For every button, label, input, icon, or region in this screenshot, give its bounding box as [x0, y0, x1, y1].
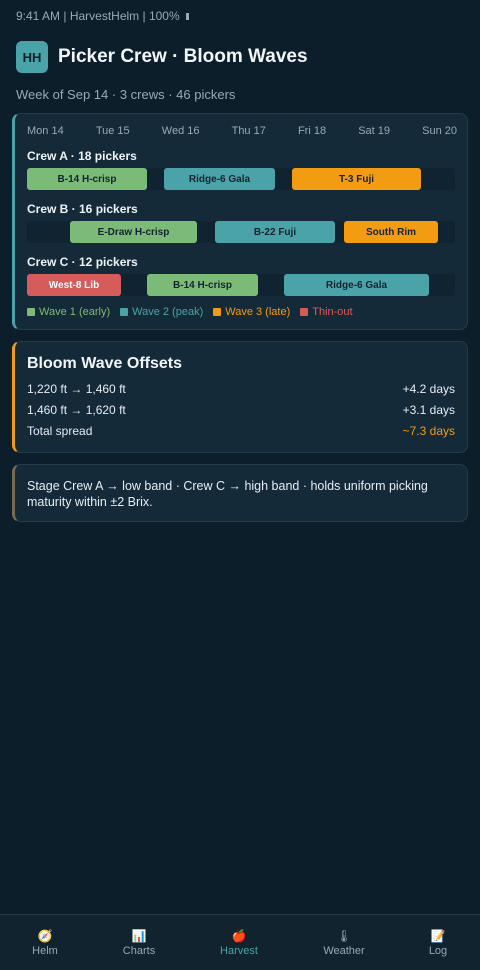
legend-swatch: [120, 308, 129, 316]
offset-row-total: Total spread ~7.3 days: [27, 424, 455, 438]
crew-b-block[interactable]: B-22 Fuji: [215, 221, 335, 243]
day-label: Tue 15: [95, 125, 130, 137]
tab-label: Log: [428, 945, 448, 957]
bloom-offsets-card: Bloom Wave Offsets 1,220 ft → 1,460 ft +…: [12, 341, 468, 453]
tab-log[interactable]: 📝 Log: [398, 915, 478, 970]
day-label: Mon 14: [27, 125, 64, 137]
offset-label: 1,460 ft → 1,620 ft: [27, 403, 126, 417]
day-label: Sun 20: [422, 125, 457, 137]
offset-row: 1,460 ft → 1,620 ft +3.1 days: [27, 403, 455, 417]
staging-note-text: Stage Crew A → low band · Crew C → high …: [27, 479, 428, 509]
tab-weather[interactable]: 🌡 Weather: [304, 915, 384, 970]
crew-a-block[interactable]: Ridge-6 Gala: [164, 168, 275, 190]
tab-label: Weather: [323, 945, 365, 957]
legend-label: Wave 3 (late): [225, 306, 291, 318]
crew-c-block[interactable]: B-14 H-crisp: [147, 274, 258, 296]
crew-b-block[interactable]: South Rim: [344, 221, 438, 243]
legend-item-wave3: Wave 3 (late): [213, 306, 290, 318]
crew-c-block[interactable]: Ridge-6 Gala: [284, 274, 429, 296]
app-badge: HH: [16, 41, 48, 73]
tab-label: Charts: [122, 945, 156, 957]
day-label: Thu 17: [231, 125, 266, 137]
apple-icon: 🍎: [231, 929, 247, 943]
offset-label: Total spread: [27, 424, 93, 438]
tab-label: Helm: [32, 945, 58, 957]
battery-icon: [185, 13, 189, 20]
day-label: Wed 16: [161, 125, 200, 137]
legend-label: Wave 1 (early): [39, 306, 111, 318]
legend-label: Thin-out: [312, 306, 353, 318]
status-bar: 9:41 AM | HarvestHelm | 100%: [16, 9, 189, 23]
staging-note-card: Stage Crew A → low band · Crew C → high …: [12, 464, 468, 522]
crew-a-block[interactable]: T-3 Fuji: [292, 168, 421, 190]
compass-icon: 🧭: [37, 929, 53, 943]
offset-value: +3.1 days: [402, 403, 455, 417]
memo-icon: 📝: [430, 929, 446, 943]
wave-legend: Wave 1 (early) Wave 2 (peak) Wave 3 (lat…: [27, 306, 353, 318]
legend-swatch: [27, 308, 35, 316]
legend-swatch: [213, 308, 222, 316]
page-subtitle: Week of Sep 14 · 3 crews · 46 pickers: [16, 87, 236, 102]
offset-value: +4.2 days: [402, 382, 455, 396]
offset-label: 1,220 ft → 1,460 ft: [27, 382, 126, 396]
tab-harvest[interactable]: 🍎 Harvest: [199, 915, 279, 970]
offsets-title: Bloom Wave Offsets: [27, 355, 182, 372]
crew-b-block[interactable]: E-Draw H-crisp: [70, 221, 197, 243]
offset-value: ~7.3 days: [402, 424, 455, 438]
crew-c-label: Crew C · 12 pickers: [27, 255, 138, 269]
page-title: Picker Crew · Bloom Waves: [58, 46, 308, 67]
legend-swatch: [300, 308, 309, 316]
tab-helm[interactable]: 🧭 Helm: [5, 915, 85, 970]
crew-a-track: B-14 H-crisp Ridge-6 Gala T-3 Fuji: [27, 168, 455, 190]
chart-icon: 📊: [131, 929, 147, 943]
crew-b-track: E-Draw H-crisp B-22 Fuji South Rim: [27, 221, 455, 243]
status-text: 9:41 AM | HarvestHelm | 100%: [16, 9, 180, 23]
legend-item-wave1: Wave 1 (early): [27, 306, 110, 318]
bottom-tab-bar: 🧭 Helm 📊 Charts 🍎 Harvest 🌡 Weather 📝 Lo…: [0, 914, 480, 970]
crew-c-track: West-8 Lib B-14 H-crisp Ridge-6 Gala: [27, 274, 455, 296]
day-label: Fri 18: [297, 125, 327, 137]
legend-item-thin-out: Thin-out: [300, 306, 353, 318]
crew-c-block[interactable]: West-8 Lib: [27, 274, 121, 296]
crew-b-label: Crew B · 16 pickers: [27, 202, 138, 216]
legend-label: Wave 2 (peak): [132, 306, 204, 318]
offset-row: 1,220 ft → 1,460 ft +4.2 days: [27, 382, 455, 396]
crew-a-label: Crew A · 18 pickers: [27, 149, 137, 163]
crew-a-block[interactable]: B-14 H-crisp: [27, 168, 147, 190]
page-header: HH Picker Crew · Bloom Waves: [16, 41, 308, 73]
tab-label: Harvest: [220, 945, 258, 957]
legend-item-wave2: Wave 2 (peak): [120, 306, 203, 318]
thermometer-icon: 🌡: [336, 929, 352, 943]
day-label: Sat 19: [358, 125, 390, 137]
crew-schedule-card: Mon 14 Tue 15 Wed 16 Thu 17 Fri 18 Sat 1…: [12, 113, 468, 330]
tab-charts[interactable]: 📊 Charts: [99, 915, 179, 970]
day-header-row: Mon 14 Tue 15 Wed 16 Thu 17 Fri 18 Sat 1…: [27, 125, 457, 137]
